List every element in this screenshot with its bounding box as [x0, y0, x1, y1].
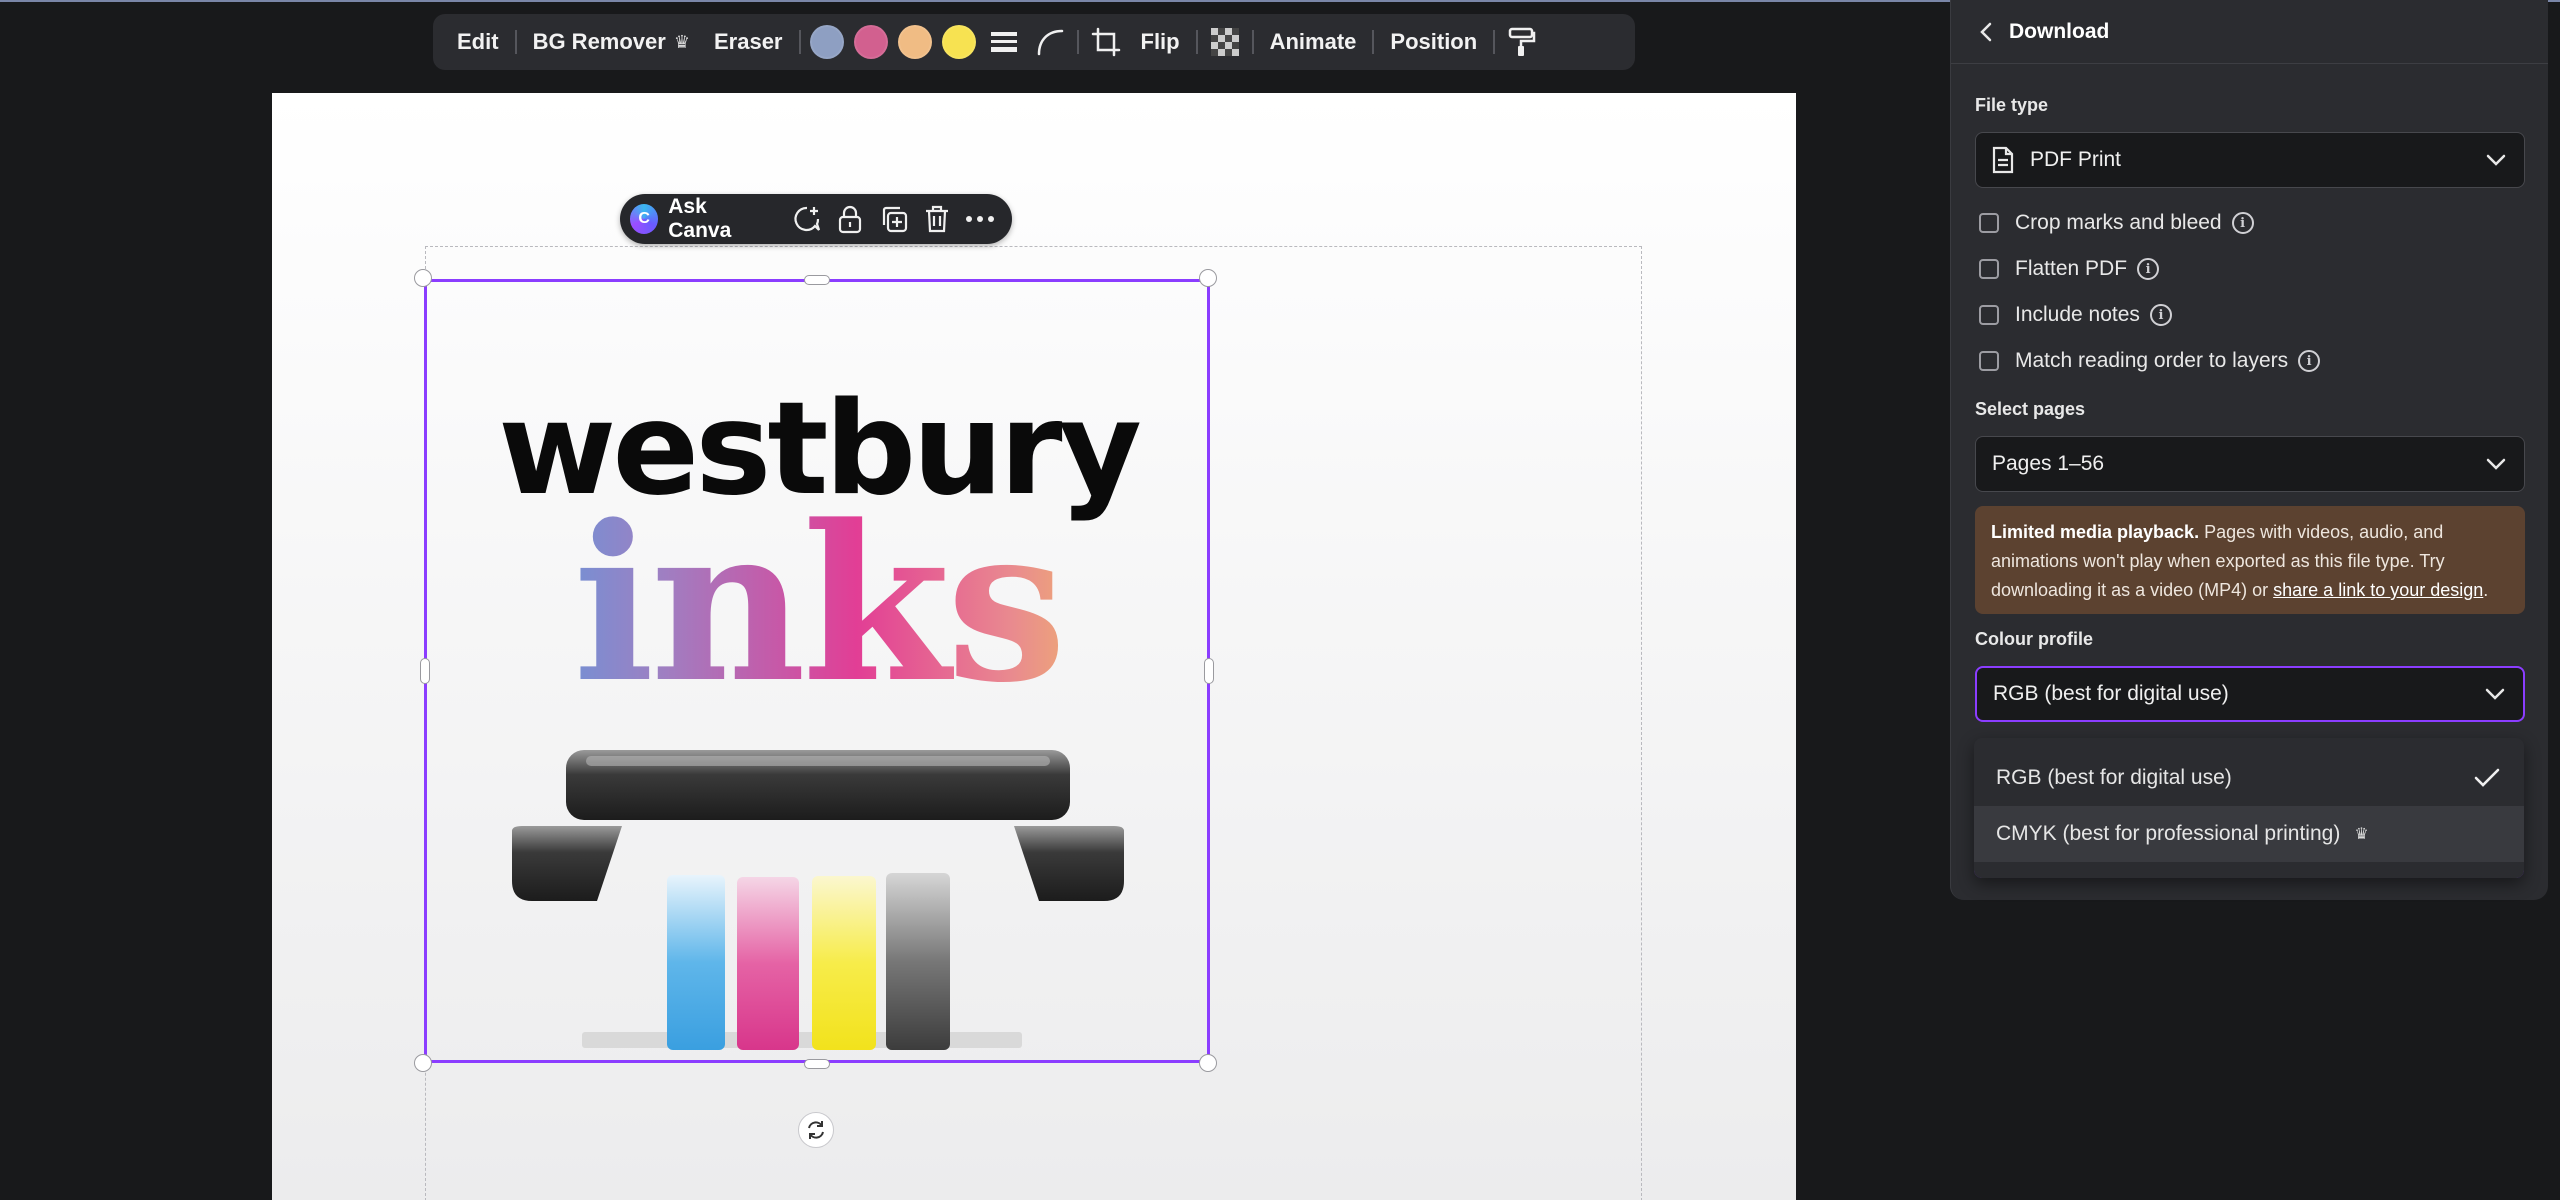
position-button[interactable]: Position	[1378, 22, 1489, 62]
colour-profile-select[interactable]: RGB (best for digital use)	[1975, 666, 2525, 722]
file-type-select[interactable]: PDF Print	[1975, 132, 2525, 188]
edit-button[interactable]: Edit	[445, 22, 511, 62]
animate-button[interactable]: Animate	[1258, 22, 1369, 62]
share-link[interactable]: share a link to your design	[2273, 580, 2483, 600]
crown-icon: ♛	[673, 31, 690, 52]
toolbar-divider	[1195, 30, 1198, 54]
chevron-down-icon	[2486, 458, 2506, 470]
info-icon[interactable]: i	[2231, 212, 2254, 234]
crop-icon	[1091, 27, 1120, 57]
info-icon[interactable]: i	[2149, 304, 2172, 326]
rotate-icon	[808, 1121, 824, 1139]
flatten-pdf-label: Flatten PDF	[2015, 257, 2128, 280]
toolbar-divider	[1372, 30, 1375, 54]
crop-marks-label: Crop marks and bleed	[2015, 211, 2222, 234]
ask-canva-button[interactable]: Ask Canva	[668, 195, 769, 243]
select-pages-label: Select pages	[1975, 399, 2086, 419]
toolbar-divider	[1076, 30, 1079, 54]
notice-end: .	[2483, 580, 2489, 600]
resize-handle-top-left[interactable]	[414, 269, 432, 287]
lock-icon	[839, 205, 862, 234]
resize-handle-right[interactable]	[1204, 658, 1214, 684]
option-rgb-label: RGB (best for digital use)	[1996, 766, 2232, 789]
copy-style-button[interactable]	[1499, 22, 1545, 62]
crown-icon: ♛	[2354, 826, 2369, 843]
include-notes-label: Include notes	[2015, 303, 2140, 326]
color-swatch-peach[interactable]	[897, 25, 932, 59]
border-style-icon	[990, 32, 1017, 52]
colour-profile-label: Colour profile	[1975, 629, 2093, 649]
lock-button[interactable]	[829, 199, 872, 239]
quick-actions-pill: C Ask Canva	[620, 194, 1012, 244]
chevron-down-icon	[2486, 154, 2506, 166]
more-horizontal-icon	[966, 216, 995, 222]
crop-marks-checkbox[interactable]	[1979, 213, 1999, 233]
back-chevron-icon[interactable]	[1979, 21, 1993, 43]
checkmark-icon	[2474, 768, 2500, 787]
comment-plus-icon	[794, 206, 821, 232]
delete-button[interactable]	[915, 199, 958, 239]
rotate-handle[interactable]	[798, 1112, 834, 1148]
info-icon[interactable]: i	[2137, 258, 2160, 280]
paint-roller-icon	[1508, 27, 1536, 56]
bg-remover-label: BG Remover	[532, 29, 666, 54]
color-swatch-blue[interactable]	[809, 25, 844, 59]
resize-handle-bottom-left[interactable]	[414, 1054, 432, 1072]
corner-rounding-icon	[1037, 29, 1063, 56]
toolbar-divider	[798, 30, 801, 54]
selected-image-frame[interactable]	[424, 279, 1210, 1063]
colour-profile-options: RGB (best for digital use) CMYK (best fo…	[1974, 738, 2524, 878]
select-pages-value: Pages 1–56	[1992, 452, 2105, 475]
panel-header: Download	[1951, 0, 2548, 64]
duplicate-icon	[882, 206, 907, 233]
crop-button[interactable]	[1083, 22, 1129, 62]
duplicate-button[interactable]	[872, 199, 915, 239]
resize-handle-bottom-right[interactable]	[1199, 1054, 1217, 1072]
notice-heading: Limited media playback.	[1991, 522, 2200, 542]
eraser-button[interactable]: Eraser	[702, 22, 795, 62]
reading-order-checkbox[interactable]	[1979, 351, 1999, 371]
more-options-button[interactable]	[959, 199, 1002, 239]
reading-order-label: Match reading order to layers	[2015, 349, 2289, 372]
flatten-pdf-checkbox[interactable]	[1979, 259, 1999, 279]
bg-remover-button[interactable]: BG Remover ♛	[521, 22, 702, 62]
trash-icon	[926, 205, 949, 233]
border-style-button[interactable]	[981, 22, 1027, 62]
canva-assistant-icon[interactable]: C	[630, 204, 659, 234]
info-icon[interactable]: i	[2298, 350, 2321, 372]
option-cmyk-label: CMYK (best for professional printing)	[1996, 822, 2341, 845]
option-include-notes: Include notes i	[1979, 303, 2172, 327]
toolbar-divider	[1251, 30, 1254, 54]
select-pages-dropdown[interactable]: Pages 1–56	[1975, 436, 2525, 492]
colour-profile-value: RGB (best for digital use)	[1993, 682, 2229, 705]
flip-button[interactable]: Flip	[1129, 22, 1192, 62]
media-playback-notice: Limited media playback. Pages with video…	[1975, 506, 2525, 614]
file-type-value: PDF Print	[2030, 148, 2122, 171]
resize-handle-top-right[interactable]	[1199, 269, 1217, 287]
element-toolbar: Edit BG Remover ♛ Eraser Flip Animate Po…	[433, 14, 1635, 70]
toolbar-divider	[1493, 30, 1496, 54]
transparency-icon	[1210, 28, 1239, 56]
include-notes-checkbox[interactable]	[1979, 305, 1999, 325]
panel-title: Download	[2009, 19, 2110, 43]
option-cmyk[interactable]: CMYK (best for professional printing) ♛	[1974, 806, 2524, 862]
document-icon	[1992, 146, 2014, 174]
option-rgb[interactable]: RGB (best for digital use)	[1974, 750, 2524, 806]
option-crop-marks: Crop marks and bleed i	[1979, 211, 2254, 235]
corner-rounding-button[interactable]	[1027, 22, 1073, 62]
resize-handle-left[interactable]	[420, 658, 430, 684]
color-swatch-pink[interactable]	[853, 25, 888, 59]
file-type-label: File type	[1975, 95, 2049, 115]
resize-handle-bottom[interactable]	[804, 1059, 830, 1069]
toolbar-divider	[514, 30, 517, 54]
chevron-down-icon	[2485, 688, 2505, 700]
option-reading-order: Match reading order to layers i	[1979, 349, 2321, 373]
option-flatten-pdf: Flatten PDF i	[1979, 257, 2160, 281]
color-swatch-yellow[interactable]	[941, 25, 976, 59]
add-comment-button[interactable]	[785, 199, 828, 239]
transparency-button[interactable]	[1202, 22, 1248, 62]
resize-handle-top[interactable]	[804, 275, 830, 285]
